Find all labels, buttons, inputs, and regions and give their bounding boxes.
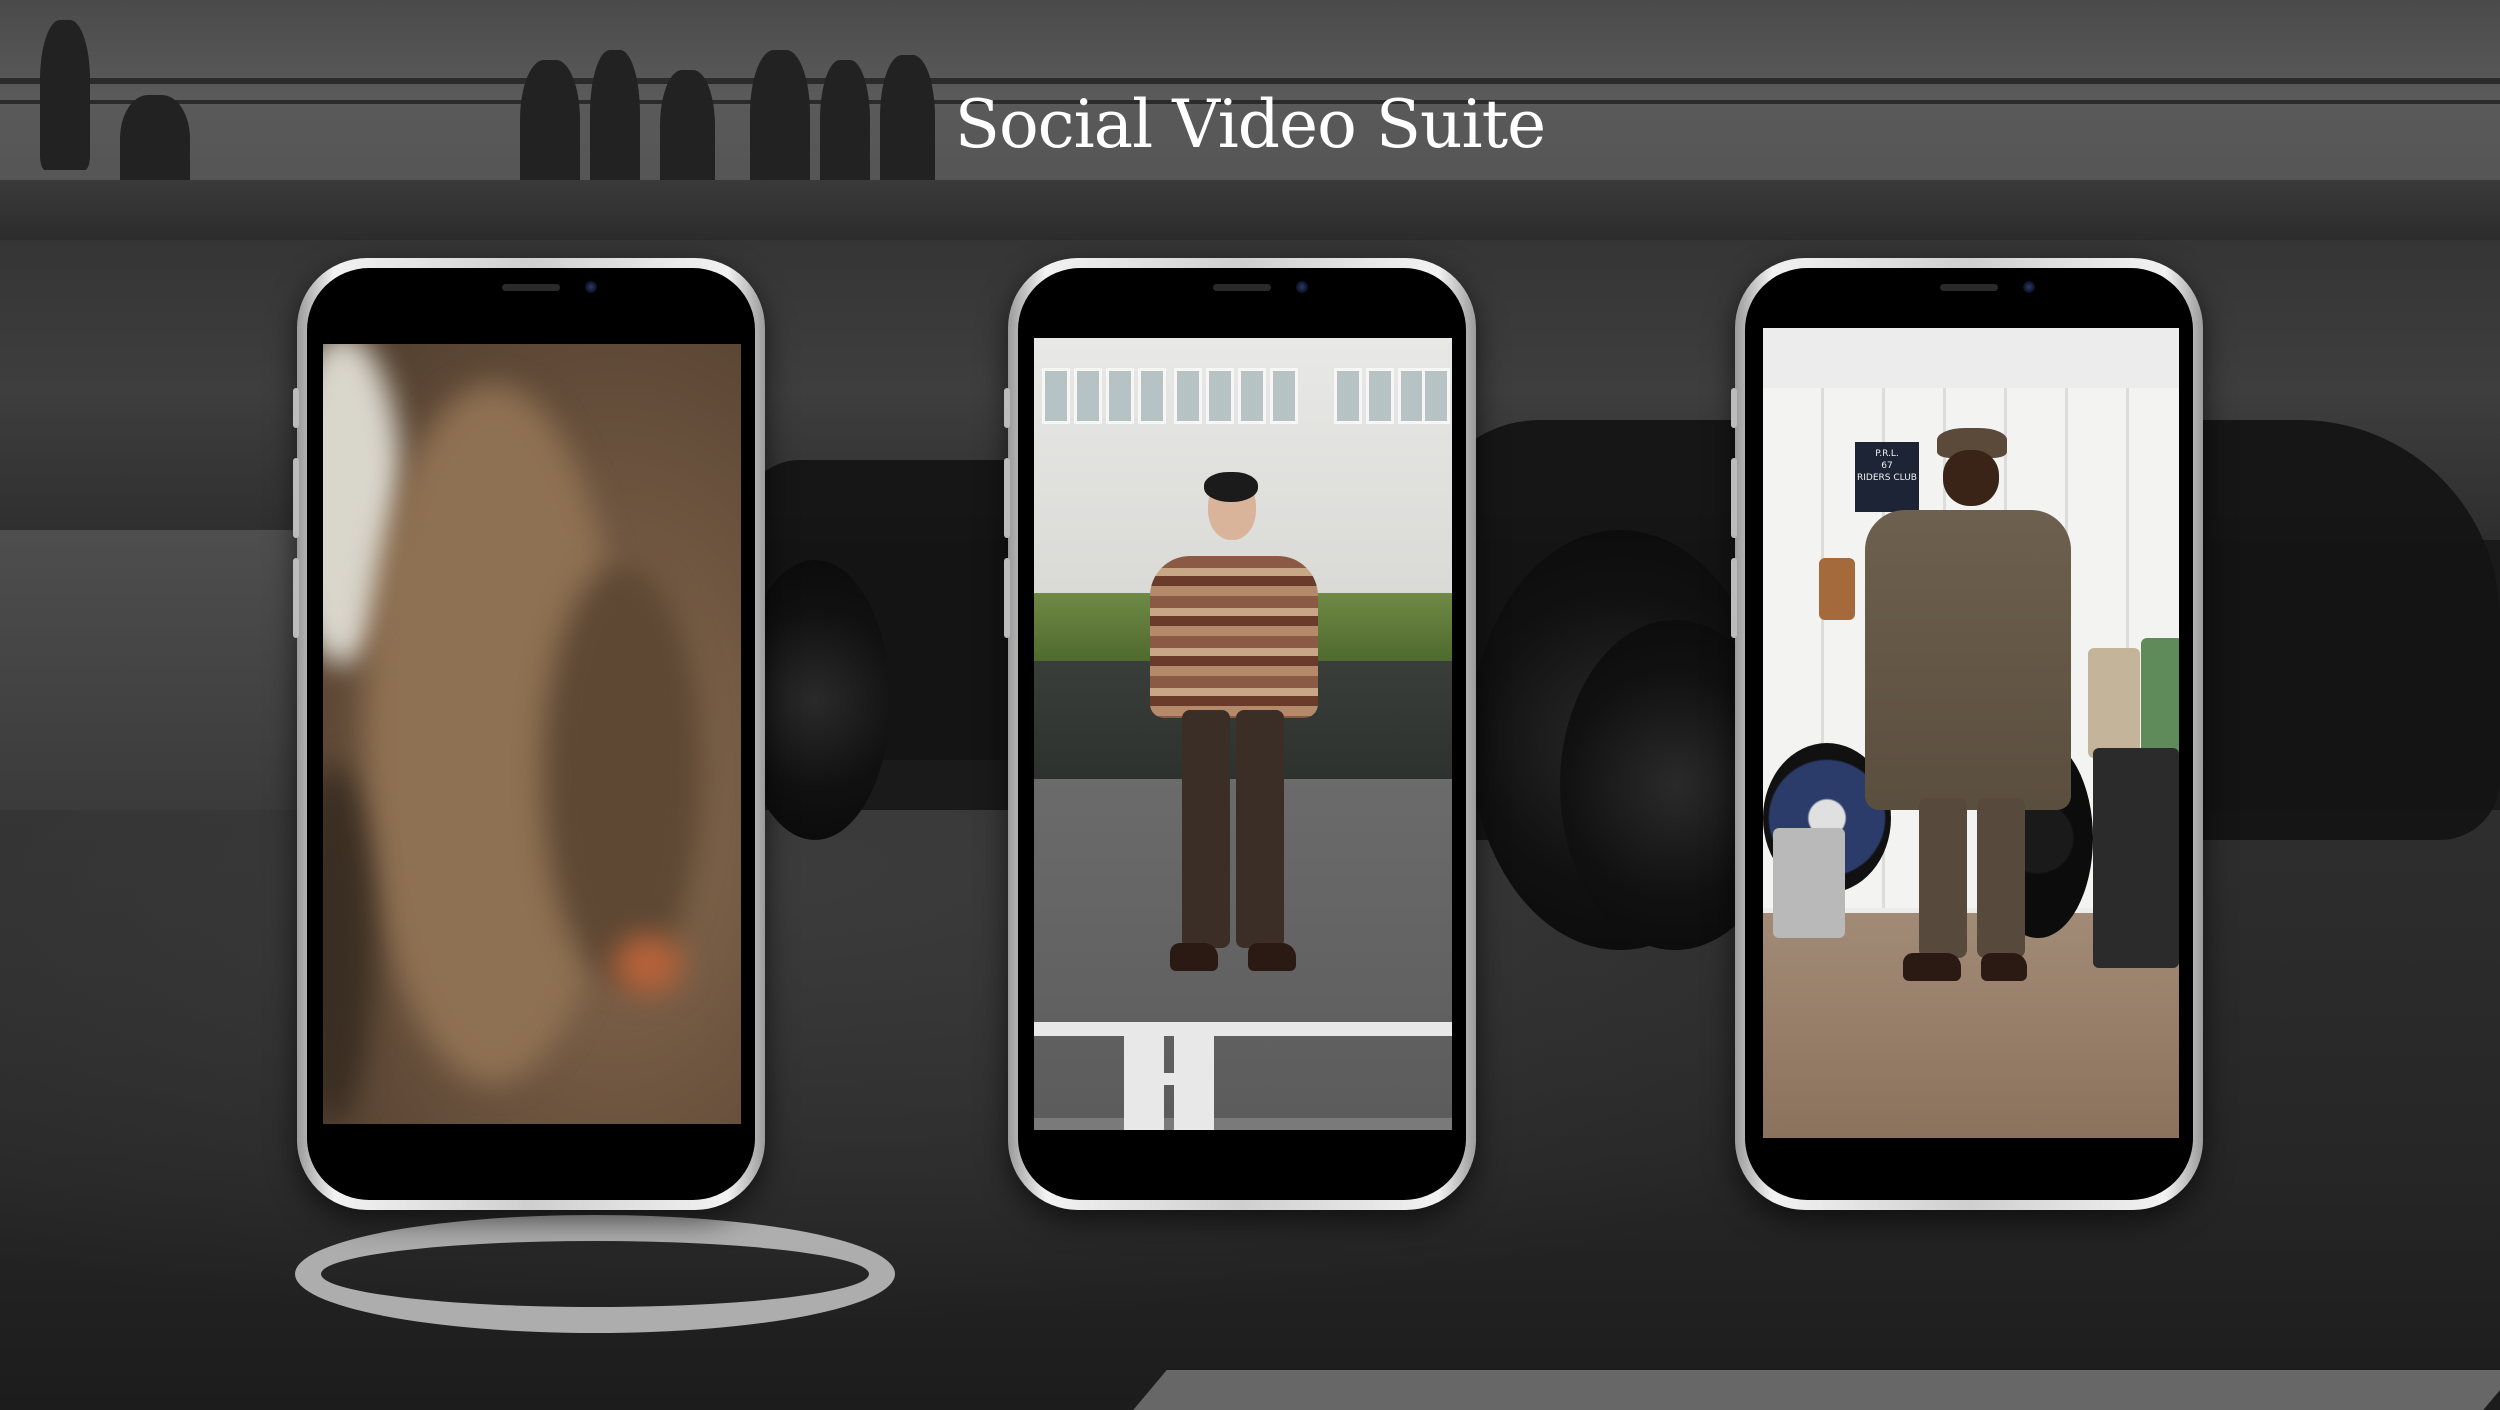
phone-body: P.R.L. 67 RIDERS CLUB — [1745, 268, 2193, 1200]
phone-camera — [2023, 281, 2035, 293]
video-content — [1270, 368, 1298, 424]
background-wall-left — [0, 530, 330, 820]
video-content — [1773, 828, 1845, 938]
phone-side-button — [293, 458, 299, 538]
phone-body — [1018, 268, 1466, 1200]
video-frame-2[interactable] — [1034, 338, 1452, 1130]
video-content — [1863, 428, 2073, 988]
video-content — [1124, 1073, 1214, 1085]
page-title: Social Video Suite — [954, 86, 1547, 163]
background-rail — [0, 78, 2500, 84]
phone-camera — [585, 281, 597, 293]
phone-side-button — [1731, 388, 1737, 428]
phone-side-button — [1004, 458, 1010, 538]
road-marking-line — [1133, 1370, 2500, 1410]
video-content — [1034, 1022, 1452, 1036]
video-content — [1943, 450, 1999, 506]
video-content — [1144, 472, 1324, 1018]
video-content — [1903, 953, 1961, 981]
phone-side-button — [293, 388, 299, 428]
video-content — [1174, 368, 1202, 424]
video-content — [1334, 368, 1362, 424]
road-marking-ring — [295, 1215, 895, 1333]
video-content — [1150, 556, 1318, 718]
video-content — [1042, 368, 1070, 424]
video-content — [1981, 953, 2027, 981]
phone-mockup-1 — [293, 258, 765, 1210]
phone-mockup-2 — [1004, 258, 1476, 1210]
video-content — [2093, 748, 2179, 968]
phone-side-button — [1004, 388, 1010, 428]
video-content — [323, 764, 373, 1124]
phone-notch — [1122, 268, 1362, 306]
phone-speaker — [502, 284, 560, 291]
phone-notch — [1849, 268, 2089, 306]
phone-side-button — [1731, 458, 1737, 538]
video-frame-3[interactable]: P.R.L. 67 RIDERS CLUB — [1763, 328, 2179, 1138]
video-content — [1238, 368, 1266, 424]
video-content — [1204, 472, 1258, 502]
phone-body — [307, 268, 755, 1200]
phone-side-button — [1004, 558, 1010, 638]
lantern-icon — [1819, 558, 1855, 620]
phone-mockup-3: P.R.L. 67 RIDERS CLUB — [1731, 258, 2203, 1210]
phone-side-button — [293, 558, 299, 638]
phone-notch — [411, 268, 651, 306]
video-content — [1138, 368, 1166, 424]
video-content — [1182, 710, 1230, 948]
video-content — [1206, 368, 1234, 424]
video-content — [543, 564, 703, 984]
video-content — [1366, 368, 1394, 424]
video-content — [1865, 510, 2071, 810]
video-content — [1236, 710, 1284, 948]
phone-side-button — [1731, 558, 1737, 638]
phone-speaker — [1940, 284, 1998, 291]
phone-camera — [1296, 281, 1308, 293]
video-content — [1248, 943, 1296, 971]
video-content — [1977, 798, 2025, 958]
video-content — [1106, 368, 1134, 424]
video-content — [2088, 648, 2140, 758]
video-content — [2141, 638, 2179, 758]
video-content — [1074, 368, 1102, 424]
video-content — [1919, 798, 1967, 958]
video-content — [613, 934, 683, 994]
video-frame-1[interactable] — [323, 344, 741, 1124]
background-bridge — [0, 180, 2500, 240]
phone-speaker — [1213, 284, 1271, 291]
video-content — [1422, 368, 1450, 424]
video-content — [1170, 943, 1218, 971]
